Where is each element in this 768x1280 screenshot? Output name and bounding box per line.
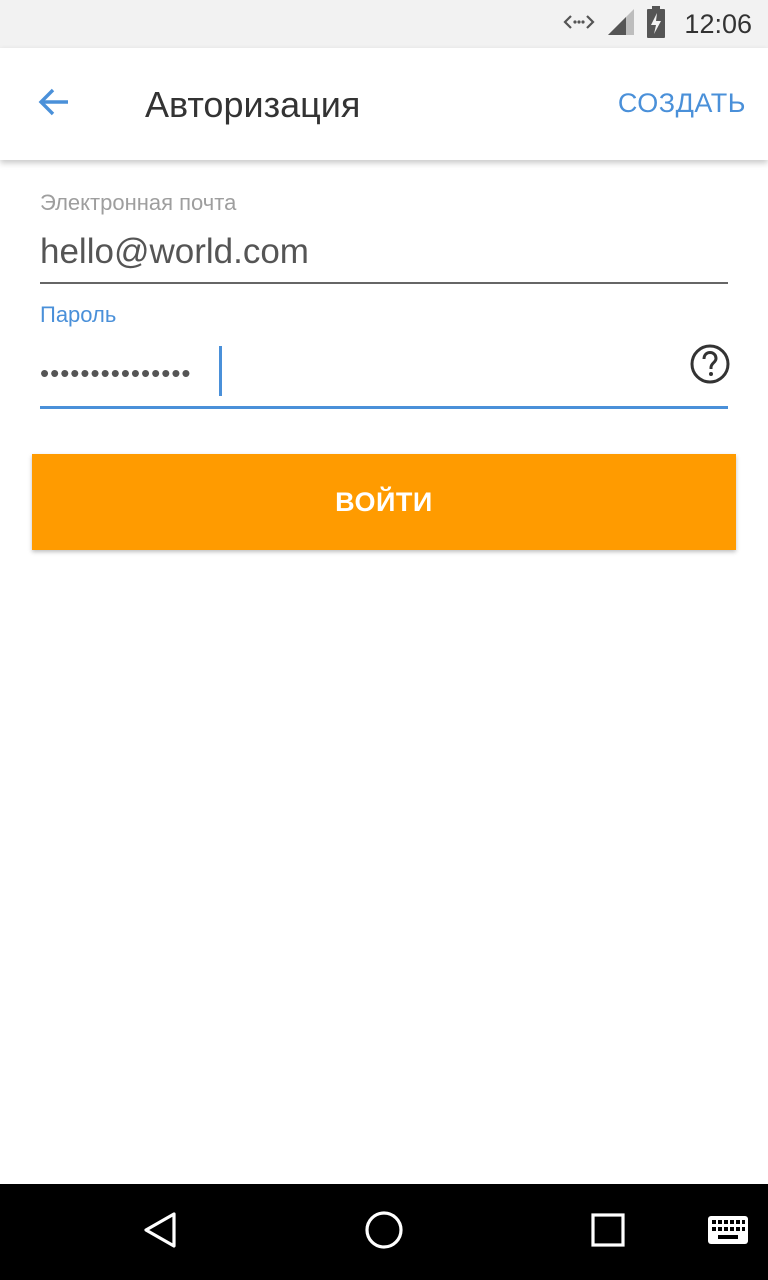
status-bar: 12:06: [0, 0, 768, 48]
battery-charging-icon: [646, 5, 666, 43]
email-field[interactable]: [40, 222, 728, 282]
help-circle-icon[interactable]: [688, 342, 732, 386]
nav-home-button[interactable]: [360, 1208, 408, 1256]
email-label: Электронная почта: [40, 190, 237, 215]
password-underline: [40, 406, 728, 409]
nav-recents-button[interactable]: [584, 1208, 632, 1256]
create-account-button[interactable]: СОЗДАТЬ: [618, 88, 746, 119]
navigation-bar: [0, 1184, 768, 1280]
back-button[interactable]: [26, 76, 82, 132]
login-button[interactable]: ВОЙТИ: [32, 454, 736, 550]
page-title: Авторизация: [145, 84, 361, 125]
password-masked-value: •••••••••••••••: [40, 358, 192, 388]
email-underline: [40, 282, 728, 284]
text-cursor: [219, 346, 222, 396]
password-field[interactable]: •••••••••••••••: [40, 340, 730, 406]
status-time: 12:06: [684, 8, 752, 39]
signal-icon: [606, 7, 636, 42]
recents-square-icon: [588, 1210, 628, 1255]
app-bar: Авторизация СОЗДАТЬ: [0, 48, 768, 160]
login-form: Электронная почта Пароль •••••••••••••••: [40, 190, 730, 409]
back-triangle-icon: [140, 1210, 180, 1255]
arrow-back-icon: [36, 84, 72, 125]
home-circle-icon: [364, 1210, 404, 1255]
data-transfer-icon: [562, 10, 596, 39]
nav-keyboard-button[interactable]: [704, 1208, 752, 1256]
email-field-wrap: [40, 222, 728, 282]
keyboard-icon: [707, 1215, 749, 1250]
nav-back-button[interactable]: [136, 1208, 184, 1256]
password-label: Пароль: [40, 302, 117, 327]
status-icons: 12:06: [562, 0, 752, 48]
